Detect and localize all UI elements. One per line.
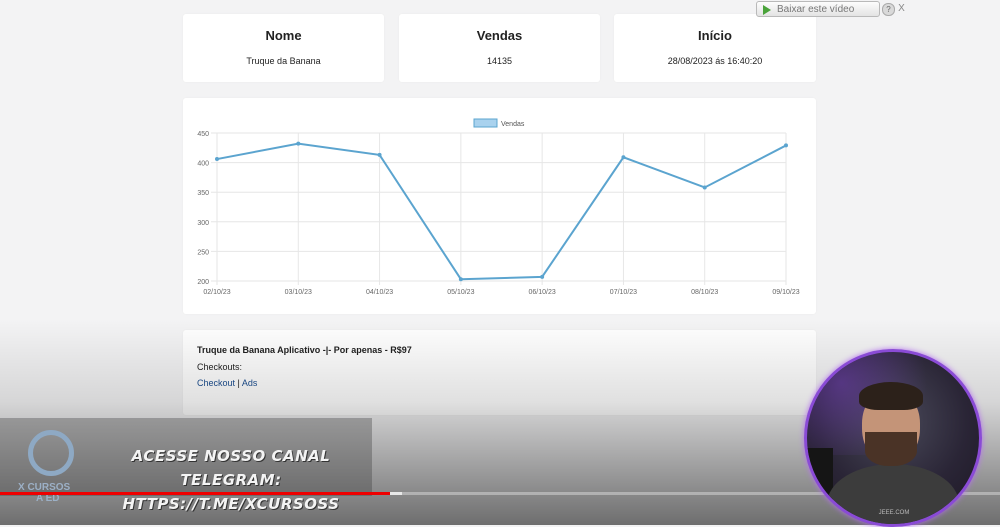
download-video-button[interactable]: Baixar este vídeo bbox=[756, 1, 880, 17]
x-tick-label: 07/10/23 bbox=[610, 289, 637, 296]
ads-link[interactable]: Ads bbox=[242, 378, 258, 388]
telegram-banner-line2: HTTPS://T.ME/XCURSOSS bbox=[122, 495, 340, 513]
x-tick-label: 06/10/23 bbox=[529, 289, 556, 296]
x-tick-label: 02/10/23 bbox=[203, 289, 230, 296]
sales-chart-card: 450 400 350 300 250 200 02/10/23 03/10/23 04/10/… bbox=[183, 98, 816, 314]
stat-title-vendas: Vendas bbox=[476, 28, 523, 43]
stat-value-vendas: 14135 bbox=[486, 56, 513, 66]
play-icon bbox=[763, 5, 771, 15]
help-icon[interactable]: ? bbox=[882, 3, 895, 16]
x-tick-label: 03/10/23 bbox=[285, 289, 312, 296]
sales-line-chart: 450 400 350 300 250 200 02/10/23 03/10/23 04/10/… bbox=[197, 118, 800, 296]
presenter-hair bbox=[859, 382, 923, 410]
x-tick-label: 04/10/23 bbox=[366, 289, 393, 296]
x-tick-label: 05/10/23 bbox=[447, 289, 474, 296]
presenter-webcam: JEEE.COM bbox=[804, 349, 982, 527]
y-tick-label: 350 bbox=[197, 190, 209, 197]
stat-value-inicio: 28/08/2023 ás 16:40:20 bbox=[667, 56, 763, 66]
legend-label: Vendas bbox=[501, 121, 525, 128]
presenter-body bbox=[827, 464, 959, 524]
y-tick-label: 400 bbox=[197, 161, 209, 168]
checkout-links: Checkout | Ads bbox=[197, 378, 257, 388]
stat-card-inicio: Início 28/08/2023 ás 16:40:20 bbox=[614, 14, 816, 82]
data-point bbox=[784, 143, 788, 148]
data-point bbox=[458, 277, 463, 282]
checkouts-label: Checkouts: bbox=[197, 362, 243, 372]
stat-value-nome: Truque da Banana bbox=[246, 56, 321, 66]
data-point bbox=[377, 152, 382, 157]
video-progress-fill[interactable] bbox=[0, 492, 390, 495]
series-line-vendas bbox=[216, 142, 787, 281]
x-tick-label: 09/10/23 bbox=[772, 289, 799, 296]
x-tick-label: 08/10/23 bbox=[691, 289, 718, 296]
download-video-label: Baixar este vídeo bbox=[777, 4, 855, 15]
channel-logo-ring-icon bbox=[28, 430, 74, 476]
data-point bbox=[702, 185, 707, 190]
close-icon[interactable]: X bbox=[896, 3, 907, 14]
y-tick-label: 450 bbox=[197, 131, 209, 138]
link-separator: | bbox=[237, 378, 240, 388]
telegram-banner-line1: ACESSE NOSSO CANAL TELEGRAM: bbox=[131, 447, 331, 489]
y-tick-label: 300 bbox=[197, 220, 209, 227]
telegram-banner: ACESSE NOSSO CANAL TELEGRAM: HTTPS://T.M… bbox=[86, 444, 376, 516]
y-tick-label: 200 bbox=[197, 279, 209, 286]
y-tick-label: 250 bbox=[197, 249, 209, 256]
stat-title-inicio: Início bbox=[698, 28, 732, 43]
presenter-beard bbox=[865, 432, 917, 466]
legend-swatch bbox=[473, 118, 498, 128]
video-progress-buffer bbox=[390, 492, 402, 495]
stat-card-nome: Nome Truque da Banana bbox=[183, 14, 384, 82]
data-point bbox=[540, 274, 545, 279]
checkout-link[interactable]: Checkout bbox=[197, 378, 235, 388]
product-links-card: Truque da Banana Aplicativo -|- Por apen… bbox=[183, 330, 816, 415]
stat-card-vendas: Vendas 14135 bbox=[399, 14, 600, 82]
data-point bbox=[215, 157, 219, 162]
data-point bbox=[296, 141, 301, 146]
stat-title-nome: Nome bbox=[265, 28, 302, 43]
product-title: Truque da Banana Aplicativo -|- Por apen… bbox=[197, 345, 412, 355]
presenter-shirt-text: JEEE.COM bbox=[878, 510, 910, 516]
data-point bbox=[621, 155, 626, 160]
